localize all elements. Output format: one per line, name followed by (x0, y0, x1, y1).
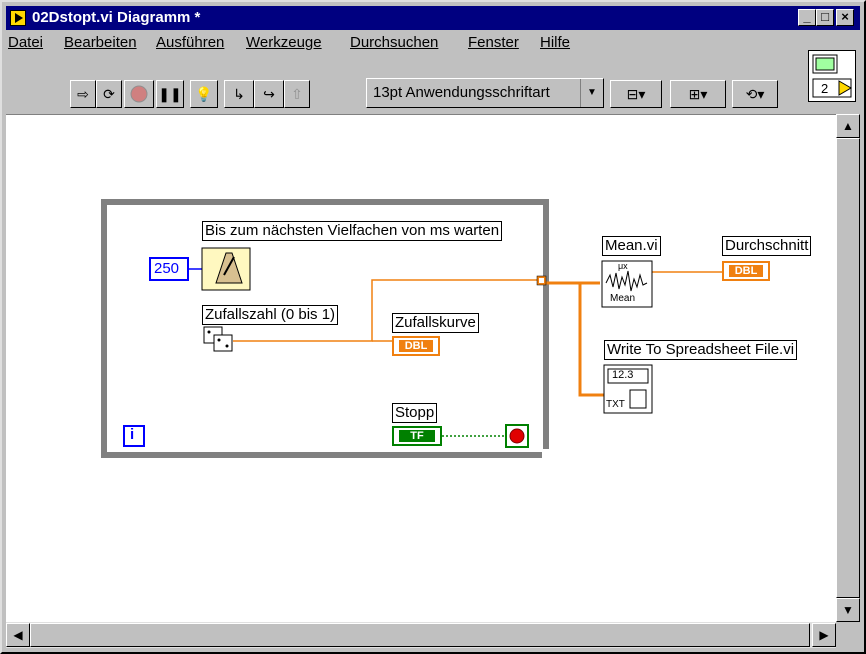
vertical-scroll-thumb[interactable] (836, 138, 860, 598)
toolbar: ⇨ ⟳ ❚❚ 💡 ↳ ↪ ⇧ 13pt Anwendungsschriftart… (6, 54, 862, 114)
menu-werkzeuge[interactable]: Werkzeuge (246, 34, 322, 51)
scroll-left-button[interactable]: ◀ (6, 623, 30, 647)
step-over-button[interactable]: ↪ (254, 80, 284, 108)
scroll-up-button[interactable]: ▲ (836, 114, 860, 138)
reorder-button[interactable]: ⟲▾ (732, 80, 778, 108)
constant-value[interactable]: 250 (154, 260, 179, 277)
iteration-symbol: i (130, 426, 135, 443)
dbl-text: DBL (729, 265, 763, 277)
menu-datei[interactable]: Datei (8, 34, 43, 51)
diagram-wires (101, 199, 722, 461)
menu-hilfe[interactable]: Hilfe (540, 34, 570, 51)
vi-icon-panel[interactable]: 2 (808, 50, 856, 102)
run-button[interactable]: ⇨ (70, 80, 96, 108)
align-objects-button[interactable]: ⊟▾ (610, 80, 662, 108)
pause-button[interactable]: ❚❚ (156, 80, 184, 108)
menu-fenster[interactable]: Fenster (468, 34, 519, 51)
write-spreadsheet-label[interactable]: Write To Spreadsheet File.vi (604, 340, 798, 360)
scroll-right-button[interactable]: ▶ (812, 623, 836, 647)
step-out-button[interactable]: ⇧ (284, 80, 310, 108)
random-number-label[interactable]: Zufallszahl (0 bis 1) (202, 305, 339, 325)
chevron-down-icon: ▼ (580, 79, 603, 107)
resize-grip[interactable] (836, 622, 860, 648)
highlight-execution-button[interactable]: 💡 (190, 80, 218, 108)
connector-pane-icon (812, 54, 852, 98)
vi-icon-number: 2 (821, 81, 829, 96)
write-txt-text: TXT (606, 399, 625, 410)
dbl-text: DBL (399, 340, 433, 352)
write-num-text: 12.3 (612, 369, 634, 381)
stop-icon (509, 428, 525, 444)
block-diagram[interactable]: Bis zum nächsten Vielfachen von ms warte… (6, 114, 836, 623)
menu-ausfuehren[interactable]: Ausführen (156, 34, 224, 51)
menu-bearbeiten[interactable]: Bearbeiten (64, 34, 137, 51)
stop-icon (130, 85, 148, 103)
average-terminal[interactable]: DBL (722, 261, 770, 281)
tf-text: TF (399, 430, 435, 442)
title-bar[interactable]: 02Dstopt.vi Diagramm * _ □ × (6, 6, 860, 30)
mean-vi-label[interactable]: Mean.vi (602, 236, 661, 256)
horizontal-scrollbar[interactable]: ◀ ▶ (6, 622, 836, 648)
chart-label[interactable]: Zufallskurve (392, 313, 479, 333)
labview-vi-icon (10, 10, 26, 26)
scroll-down-button[interactable]: ▼ (836, 598, 860, 622)
font-dropdown[interactable]: 13pt Anwendungsschriftart ▼ (366, 78, 604, 108)
step-into-button[interactable]: ↳ (224, 80, 254, 108)
minimize-button[interactable]: _ (798, 9, 816, 26)
chart-terminal[interactable]: DBL (392, 336, 440, 356)
distribute-objects-button[interactable]: ⊞▾ (670, 80, 726, 108)
horizontal-scroll-thumb[interactable] (30, 623, 810, 647)
mean-inner-text: Mean (610, 293, 636, 304)
abort-button[interactable] (124, 80, 154, 108)
vertical-scrollbar[interactable]: ▲ ▼ (836, 114, 860, 622)
wait-function-label[interactable]: Bis zum nächsten Vielfachen von ms warte… (202, 221, 503, 241)
font-dropdown-value: 13pt Anwendungsschriftart (373, 84, 550, 101)
stop-button-terminal[interactable]: TF (392, 426, 442, 446)
maximize-button[interactable]: □ (816, 9, 834, 26)
run-continuously-button[interactable]: ⟳ (96, 80, 122, 108)
stop-label[interactable]: Stopp (392, 403, 438, 423)
menu-durchsuchen[interactable]: Durchsuchen (350, 34, 438, 51)
close-button[interactable]: × (836, 9, 854, 26)
mean-symbol: μx (618, 261, 628, 271)
window-title: 02Dstopt.vi Diagramm * (32, 9, 201, 26)
average-label[interactable]: Durchschnitt (722, 236, 812, 256)
window-frame: 02Dstopt.vi Diagramm * _ □ × Datei Bearb… (0, 0, 866, 654)
write-wire (578, 283, 604, 397)
